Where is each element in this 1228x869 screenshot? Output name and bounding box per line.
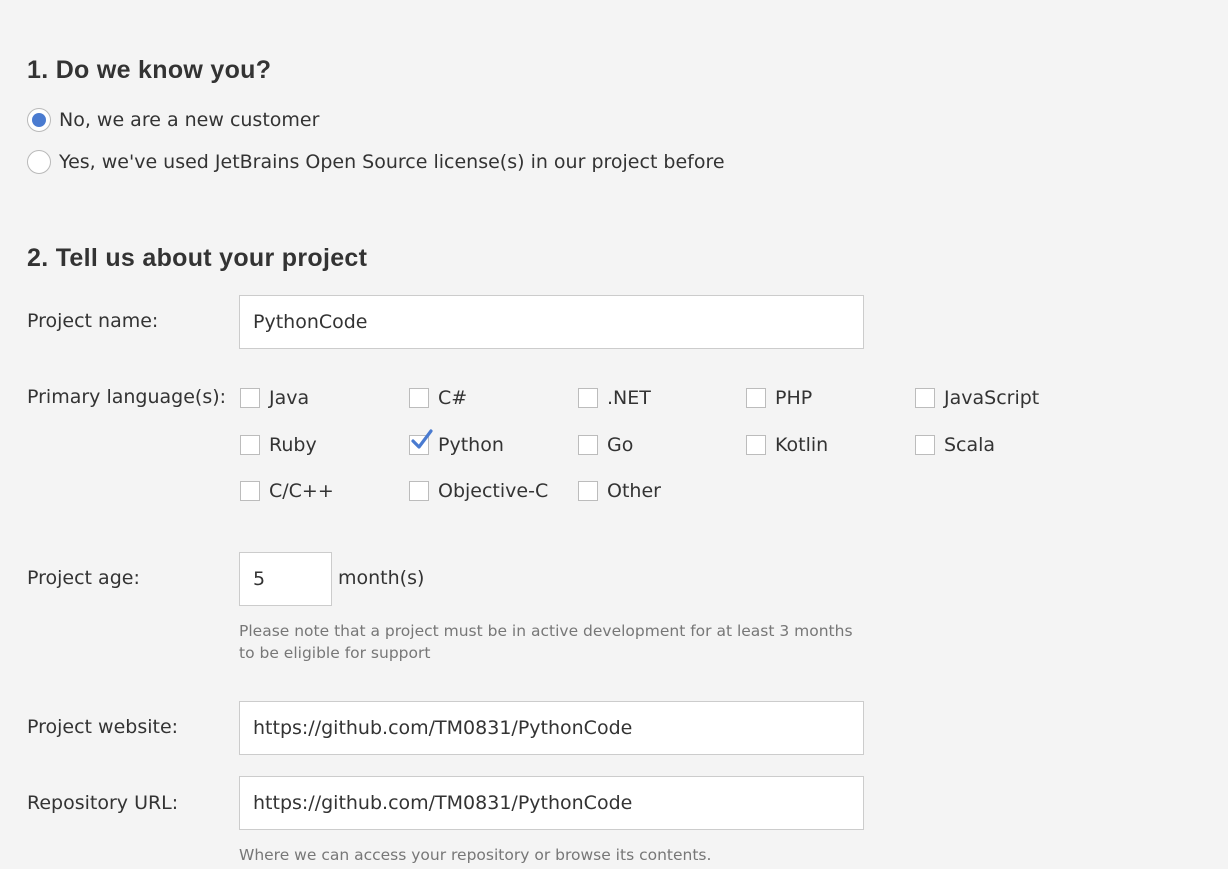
checkbox[interactable]	[746, 435, 766, 455]
language-label: Kotlin	[775, 434, 829, 456]
repository-url-help-text: Where we can access your repository or b…	[239, 846, 712, 864]
project-name-label: Project name:	[27, 310, 159, 332]
language-option-php[interactable]: PHP	[746, 386, 812, 410]
language-label: Other	[607, 480, 661, 502]
radio-label: Yes, we've used JetBrains Open Source li…	[59, 151, 725, 173]
repository-url-label: Repository URL:	[27, 792, 179, 814]
language-option-objective-c[interactable]: Objective-C	[409, 479, 548, 503]
language-label: C#	[438, 387, 468, 409]
radio-button[interactable]	[27, 150, 51, 174]
language-label: Ruby	[269, 434, 317, 456]
language-option-other[interactable]: Other	[578, 479, 661, 503]
language-option-go[interactable]: Go	[578, 433, 633, 457]
language-label: JavaScript	[944, 387, 1040, 409]
radio-existing-customer[interactable]: Yes, we've used JetBrains Open Source li…	[27, 148, 725, 176]
language-label: Scala	[944, 434, 996, 456]
language-option-cpp[interactable]: C/C++	[240, 479, 334, 503]
project-age-unit: month(s)	[338, 567, 425, 589]
checkbox[interactable]	[409, 388, 429, 408]
project-website-label: Project website:	[27, 716, 179, 738]
primary-languages-label: Primary language(s):	[27, 386, 227, 408]
language-label: .NET	[607, 387, 651, 409]
radio-button-selected[interactable]	[27, 108, 51, 132]
checkbox[interactable]	[746, 388, 766, 408]
language-option-kotlin[interactable]: Kotlin	[746, 433, 828, 457]
language-option-dotnet[interactable]: .NET	[578, 386, 651, 410]
checkbox-checked[interactable]	[409, 429, 433, 455]
language-option-scala[interactable]: Scala	[915, 433, 995, 457]
project-name-input[interactable]	[239, 295, 864, 349]
checkbox[interactable]	[409, 481, 429, 501]
language-option-ruby[interactable]: Ruby	[240, 433, 317, 457]
project-website-input[interactable]	[239, 701, 864, 755]
checkbox[interactable]	[578, 388, 598, 408]
language-label: Java	[269, 387, 310, 409]
checkbox[interactable]	[578, 481, 598, 501]
language-option-csharp[interactable]: C#	[409, 386, 467, 410]
checkbox[interactable]	[578, 435, 598, 455]
radio-label: No, we are a new customer	[59, 109, 320, 131]
radio-new-customer[interactable]: No, we are a new customer	[27, 106, 319, 134]
language-option-javascript[interactable]: JavaScript	[915, 386, 1039, 410]
language-label: PHP	[775, 387, 813, 409]
language-label: Python	[438, 434, 504, 456]
project-age-help-text: Please note that a project must be in ac…	[239, 622, 853, 662]
check-icon	[411, 429, 433, 449]
language-label: C/C++	[269, 480, 334, 502]
language-label: Objective-C	[438, 480, 549, 502]
checkbox[interactable]	[915, 435, 935, 455]
project-age-input[interactable]	[239, 552, 332, 606]
language-option-java[interactable]: Java	[240, 386, 309, 410]
checkbox[interactable]	[915, 388, 935, 408]
section-title-know-you: 1. Do we know you?	[27, 56, 272, 84]
project-age-label: Project age:	[27, 567, 140, 589]
checkbox[interactable]	[240, 435, 260, 455]
language-label: Go	[607, 434, 634, 456]
section-title-project: 2. Tell us about your project	[27, 244, 368, 272]
checkbox[interactable]	[240, 388, 260, 408]
checkbox[interactable]	[240, 481, 260, 501]
repository-url-input[interactable]	[239, 776, 864, 830]
language-option-python[interactable]: Python	[409, 429, 504, 457]
license-application-form: 1. Do we know you? No, we are a new cust…	[0, 0, 1228, 869]
